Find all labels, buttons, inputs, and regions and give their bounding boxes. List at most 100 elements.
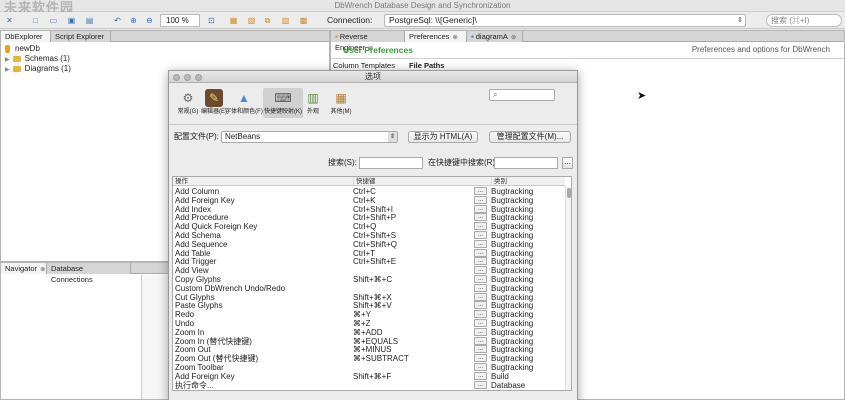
edit-shortcut-button[interactable]: ... [474, 310, 487, 319]
undo-icon[interactable]: ↶ [112, 15, 123, 26]
fit-icon[interactable]: ⊡ [206, 15, 217, 26]
table-row[interactable]: Add Column Ctrl+C... Bugtracking [173, 187, 565, 196]
edit-shortcut-button[interactable]: ... [474, 195, 487, 204]
edit-shortcut-button[interactable]: ... [474, 222, 487, 231]
table-row[interactable]: Zoom Out (替代快捷键) ⌘+SUBTRACT... Bugtracking [173, 354, 565, 363]
tab-dbexplorer[interactable]: DbExplorer [1, 31, 51, 42]
table-row[interactable]: Zoom Toolbar... Bugtracking [173, 363, 565, 372]
table-row[interactable]: Custom DbWrench Undo/Redo... Bugtracking [173, 283, 565, 293]
edit-shortcut-button[interactable]: ... [474, 266, 487, 275]
action-cell: Add Trigger [175, 257, 217, 267]
table-icon[interactable]: ▦ [228, 15, 239, 26]
column-header-category[interactable]: 类别 [491, 177, 565, 186]
tab-file-paths[interactable]: File Paths [409, 61, 444, 70]
table-row[interactable]: Zoom In (替代快捷键) ⌘+EQUALS... Bugtracking [173, 336, 565, 346]
show-html-button[interactable]: 显示为 HTML(A) [408, 131, 478, 143]
edit-shortcut-button[interactable]: ... [474, 283, 487, 292]
zoom-in-icon[interactable]: ⊕ [128, 15, 139, 26]
table-row[interactable]: Undo ⌘+Z... Bugtracking [173, 319, 565, 328]
tab-database-connections[interactable]: Database Connections [47, 263, 131, 284]
edit-shortcut-button[interactable]: ... [474, 319, 487, 327]
edit-shortcut-button[interactable]: ... [474, 301, 487, 310]
category-fonts-colors[interactable]: ▲ 字体和颜色(F) [223, 88, 265, 118]
note-icon[interactable]: ▨ [280, 15, 291, 26]
tree-item-db[interactable]: newDb [5, 44, 40, 53]
tab-preferences[interactable]: Preferences ⊗ [405, 31, 467, 42]
close-icon[interactable]: ⊗ [511, 34, 516, 41]
edit-shortcut-button[interactable]: ... [474, 248, 487, 257]
tab-reverse-engineer[interactable]: ▪ Reverse Engineer ⊗ [331, 31, 405, 52]
edit-shortcut-button[interactable]: ... [474, 187, 487, 195]
vertical-scrollbar[interactable] [565, 186, 571, 390]
edit-shortcut-button[interactable]: ... [474, 239, 487, 248]
edit-shortcut-button[interactable]: ... [474, 371, 487, 380]
table-row[interactable]: Cut Glyphs Shift+⌘+X... Bugtracking [173, 292, 565, 302]
table-row[interactable]: Add Quick Foreign Key Ctrl+Q... Bugtrackin… [173, 222, 565, 231]
open-icon[interactable]: ▭ [48, 15, 59, 26]
edit-shortcut-button[interactable]: ... [474, 380, 487, 389]
close-icon[interactable]: ⊗ [452, 34, 457, 41]
global-search-input[interactable]: 搜索 (⌘+I) [766, 14, 842, 27]
edit-shortcut-button[interactable]: ... [474, 363, 487, 371]
edit-shortcut-button[interactable]: ... [474, 275, 487, 283]
table-row[interactable]: Add Sequence Ctrl+Shift+Q... Bugtracking [173, 239, 565, 249]
tab-column-templates[interactable]: Column Templates [333, 61, 395, 70]
new-icon[interactable]: □ [30, 15, 41, 26]
column-header-shortcut[interactable]: 快捷键 [353, 177, 491, 186]
zoom-window-button[interactable] [195, 74, 202, 81]
search-shortcut-input[interactable] [494, 157, 558, 169]
tab-script-explorer[interactable]: Script Explorer [51, 31, 111, 42]
print-icon[interactable]: ▤ [84, 15, 95, 26]
edit-shortcut-button[interactable]: ... [474, 336, 487, 345]
zoom-out-icon[interactable]: ⊖ [144, 15, 155, 26]
table-row[interactable]: Paste Glyphs Shift+⌘+V... Bugtracking [173, 301, 565, 310]
table-row[interactable]: Zoom In ⌘+ADD... Bugtracking [173, 327, 565, 337]
view-icon[interactable]: ▧ [246, 15, 257, 26]
edit-shortcut-button[interactable]: ... [474, 327, 487, 336]
tab-diagram-a[interactable]: ▪ diagramA ⊗ [467, 31, 523, 42]
search-action-input[interactable] [359, 157, 423, 169]
edit-shortcut-button[interactable]: ... [474, 257, 487, 266]
zoom-field[interactable]: 100 % [160, 14, 200, 27]
connection-select[interactable]: PostgreSql: \\[Generic]\ ⇕ [384, 14, 746, 27]
close-icon[interactable]: ⊗ [40, 266, 45, 273]
table-row[interactable]: 执行命令...... Database [173, 380, 565, 390]
category-cell: Bugtracking [491, 310, 534, 320]
divider [331, 58, 844, 59]
table-row[interactable]: Add Schema Ctrl+Shift+S... Bugtracking [173, 231, 565, 240]
table-row[interactable]: Add Table Ctrl+T... Bugtracking [173, 248, 565, 258]
edit-shortcut-button[interactable]: ... [474, 345, 487, 354]
profile-select[interactable]: NetBeans ⇕ [221, 131, 398, 143]
relation-icon[interactable]: ⧉ [262, 15, 273, 26]
save-icon[interactable]: ▣ [66, 15, 77, 26]
edit-shortcut-button[interactable]: ... [474, 204, 487, 213]
table-row[interactable]: Add Foreign Key Shift+⌘+F... Build [173, 371, 565, 381]
edit-shortcut-button[interactable]: ... [474, 292, 487, 301]
manage-profiles-button[interactable]: 管理配置文件(M)... [489, 131, 571, 143]
shortcut-more-button[interactable]: ... [562, 157, 573, 169]
chevron-right-icon[interactable]: ▶ [5, 57, 10, 63]
chevron-right-icon[interactable]: ▶ [5, 67, 10, 73]
table-row[interactable]: Add Index Ctrl+Shift+I... Bugtracking [173, 204, 565, 214]
tab-navigator[interactable]: Navigator ⊗ [1, 263, 47, 274]
arrange-icon[interactable]: ▩ [298, 15, 309, 26]
category-cell: Bugtracking [491, 266, 534, 276]
table-row[interactable]: Add View... Bugtracking [173, 266, 565, 275]
edit-shortcut-button[interactable]: ... [474, 231, 487, 239]
table-row[interactable]: Add Trigger Ctrl+Shift+E... Bugtracking [173, 257, 565, 266]
scrollbar-thumb[interactable] [567, 188, 571, 198]
action-cell: Add Foreign Key [175, 195, 235, 205]
table-row[interactable]: Copy Glyphs Shift+⌘+C... Bugtracking [173, 275, 565, 284]
table-row[interactable]: Redo ⌘+Y... Bugtracking [173, 310, 565, 319]
edit-shortcut-button[interactable]: ... [474, 354, 487, 363]
table-row[interactable]: Add Procedure Ctrl+Shift+P... Bugtracking [173, 213, 565, 222]
table-row[interactable]: Add Foreign Key Ctrl+K... Bugtracking [173, 195, 565, 205]
dialog-search-input[interactable]: ⌕ [489, 89, 555, 101]
category-other[interactable]: ▦ 其他(M) [324, 88, 358, 118]
minimize-window-button[interactable] [184, 74, 191, 81]
table-row[interactable]: Zoom Out ⌘+MINUS... Bugtracking [173, 345, 565, 354]
edit-shortcut-button[interactable]: ... [474, 213, 487, 222]
close-window-button[interactable] [173, 74, 180, 81]
tree-item-diagrams[interactable]: ▶ Diagrams (1) [5, 64, 71, 75]
column-header-action[interactable]: 操作 [173, 177, 353, 186]
